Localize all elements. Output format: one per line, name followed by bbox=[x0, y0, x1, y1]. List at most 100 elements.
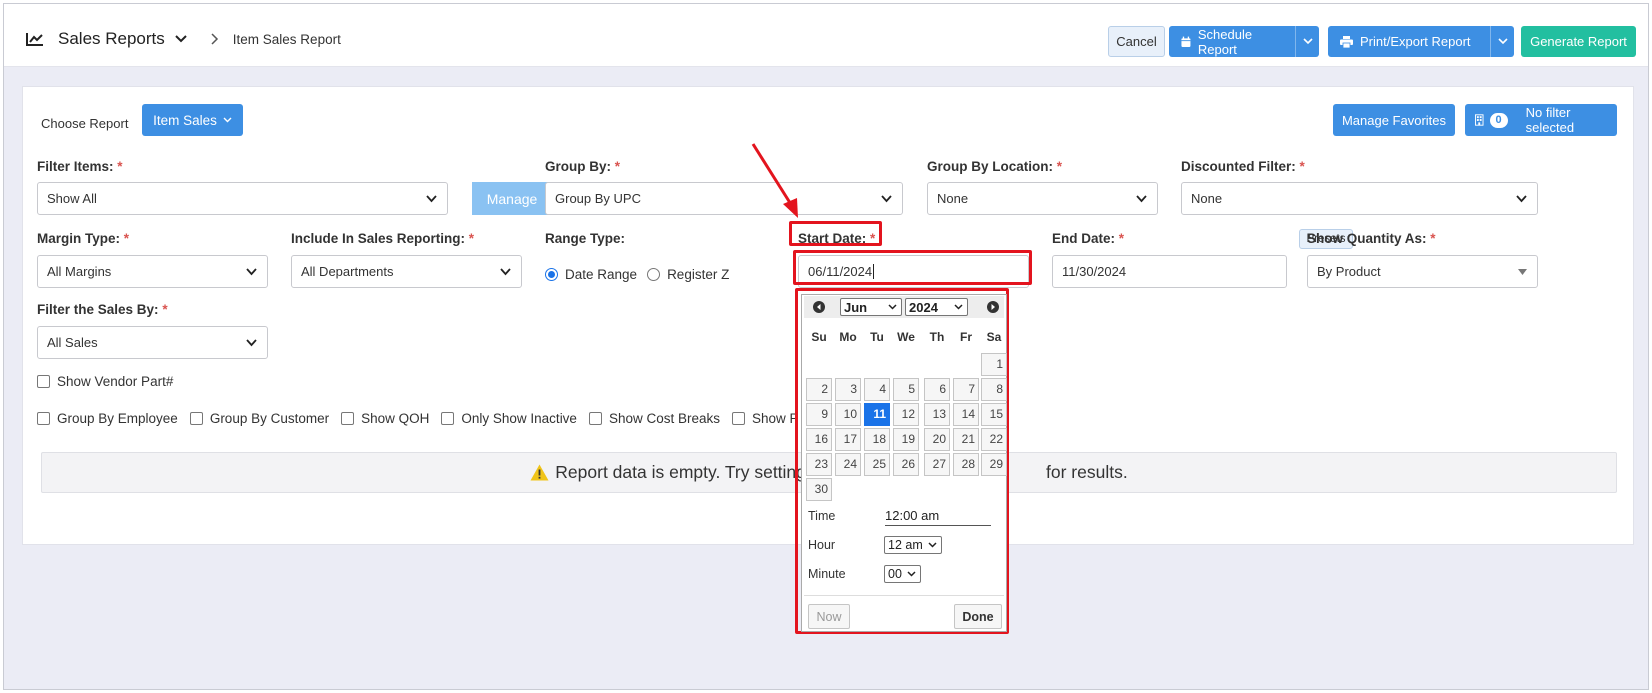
calendar-icon bbox=[1181, 36, 1191, 47]
report-type-button[interactable]: Item Sales bbox=[142, 104, 243, 136]
cost-breaks-checkbox[interactable] bbox=[588, 412, 602, 425]
time-label: Time bbox=[808, 509, 836, 523]
margin-type-select[interactable]: All Margins bbox=[37, 255, 268, 288]
price-breaks-option[interactable]: Show Price Br bbox=[732, 411, 797, 426]
now-button[interactable]: Now bbox=[808, 604, 850, 629]
calendar-day[interactable]: 24 bbox=[835, 453, 861, 476]
calendar-day[interactable]: 15 bbox=[981, 403, 1007, 426]
schedule-report-label: Schedule Report bbox=[1197, 26, 1253, 57]
next-month-icon[interactable] bbox=[987, 301, 999, 313]
calendar-day[interactable]: 28 bbox=[953, 453, 979, 476]
filter-status-button[interactable]: 0 No filter selected bbox=[1465, 104, 1617, 136]
include-sales-select[interactable]: All Departments bbox=[291, 255, 522, 288]
group-by-label: Group By: * bbox=[545, 159, 621, 174]
group-customer-checkbox[interactable] bbox=[189, 412, 203, 425]
calendar-day[interactable]: 17 bbox=[835, 428, 861, 451]
calendar-day[interactable]: 14 bbox=[953, 403, 979, 426]
calendar-day[interactable]: 20 bbox=[924, 428, 950, 451]
calendar-day[interactable]: 6 bbox=[924, 378, 950, 401]
chevron-down-icon bbox=[907, 571, 916, 577]
calendar-day[interactable]: 2 bbox=[806, 378, 832, 401]
date-range-label[interactable]: Date Range bbox=[565, 267, 637, 282]
top-bar: Sales Reports Item Sales Report Cancel S… bbox=[4, 4, 1648, 67]
calendar-day[interactable]: 18 bbox=[864, 428, 890, 451]
printer-icon bbox=[1340, 35, 1353, 48]
calendar-day[interactable]: 16 bbox=[806, 428, 832, 451]
generate-report-button[interactable]: Generate Report bbox=[1521, 26, 1636, 57]
cancel-button[interactable]: Cancel bbox=[1108, 26, 1165, 57]
calendar-day[interactable]: 7 bbox=[953, 378, 979, 401]
chevron-down-icon bbox=[954, 304, 963, 310]
calendar-day[interactable]: 22 bbox=[981, 428, 1007, 451]
warning-icon bbox=[530, 464, 549, 481]
chevron-right-icon bbox=[211, 33, 218, 45]
vendor-part-option[interactable]: Show Vendor Part# bbox=[37, 374, 173, 389]
start-date-input-highlight bbox=[793, 250, 1032, 285]
show-quantity-select[interactable]: By Product bbox=[1307, 255, 1538, 288]
group-by-select[interactable]: Group By UPC bbox=[545, 182, 903, 215]
calendar-day[interactable]: 23 bbox=[806, 453, 832, 476]
calendar-day[interactable]: 10 bbox=[835, 403, 861, 426]
calendar-day[interactable]: 21 bbox=[953, 428, 979, 451]
minute-select[interactable]: 00 bbox=[884, 565, 921, 583]
calendar-day[interactable]: 13 bbox=[924, 403, 950, 426]
prev-month-icon[interactable] bbox=[813, 301, 825, 313]
discounted-filter-label: Discounted Filter: * bbox=[1181, 159, 1305, 174]
print-export-label: Print/Export Report bbox=[1360, 34, 1471, 49]
price-breaks-checkbox[interactable] bbox=[732, 412, 745, 425]
calendar-day[interactable]: 5 bbox=[893, 378, 919, 401]
chevron-down-icon[interactable] bbox=[175, 35, 187, 43]
calendar-day[interactable]: 9 bbox=[806, 403, 832, 426]
group-employee-checkbox[interactable] bbox=[37, 412, 50, 425]
weekday-header: Tu bbox=[870, 330, 884, 344]
chevron-down-icon bbox=[888, 304, 897, 310]
calendar-day[interactable]: 1 bbox=[981, 353, 1007, 376]
only-inactive-checkbox[interactable] bbox=[441, 412, 455, 425]
line-chart-icon bbox=[26, 33, 43, 46]
only-inactive-option[interactable]: Only Show Inactive bbox=[441, 411, 577, 426]
month-select[interactable]: Jun bbox=[840, 298, 902, 316]
hour-select[interactable]: 12 am bbox=[884, 536, 942, 554]
chevron-down-icon bbox=[426, 195, 437, 203]
hour-label: Hour bbox=[808, 538, 836, 552]
manage-favorites-button[interactable]: Manage Favorites bbox=[1333, 104, 1455, 136]
time-value: 12:00 am bbox=[885, 508, 991, 526]
calendar-day[interactable]: 30 bbox=[806, 478, 832, 501]
filter-sales-by-select[interactable]: All Sales bbox=[37, 326, 268, 359]
group-employee-option[interactable]: Group By Employee bbox=[37, 411, 178, 426]
calendar-day[interactable]: 3 bbox=[835, 378, 861, 401]
print-export-dropdown[interactable] bbox=[1490, 26, 1514, 57]
caret-down-icon bbox=[1518, 269, 1527, 275]
schedule-report-button[interactable]: Schedule Report bbox=[1169, 26, 1319, 57]
schedule-report-dropdown[interactable] bbox=[1295, 26, 1319, 57]
end-date-label: End Date: * bbox=[1052, 231, 1125, 246]
end-date-input[interactable]: 11/30/2024 bbox=[1052, 255, 1287, 288]
calendar-day[interactable]: 12 bbox=[893, 403, 919, 426]
calendar-day[interactable]: 25 bbox=[864, 453, 890, 476]
show-qoh-checkbox[interactable] bbox=[341, 412, 355, 425]
filter-count-badge: 0 bbox=[1489, 112, 1508, 128]
calendar-day[interactable]: 27 bbox=[924, 453, 950, 476]
vendor-part-checkbox[interactable] bbox=[37, 375, 50, 388]
calendar-day[interactable]: 11 bbox=[864, 403, 890, 426]
group-by-location-select[interactable]: None bbox=[927, 182, 1158, 215]
print-export-button[interactable]: Print/Export Report bbox=[1328, 26, 1514, 57]
calendar-day[interactable]: 4 bbox=[864, 378, 890, 401]
done-button[interactable]: Done bbox=[954, 604, 1002, 629]
group-customer-option[interactable]: Group By Customer bbox=[189, 411, 329, 426]
register-z-radio[interactable] bbox=[647, 268, 661, 281]
calendar-day[interactable]: 8 bbox=[981, 378, 1007, 401]
page-title[interactable]: Sales Reports bbox=[58, 29, 165, 49]
filter-items-select[interactable]: Show All bbox=[37, 182, 448, 215]
show-qoh-option[interactable]: Show QOH bbox=[341, 411, 429, 426]
cost-breaks-option[interactable]: Show Cost Breaks bbox=[588, 411, 720, 426]
year-select[interactable]: 2024 bbox=[905, 298, 968, 316]
calendar-day[interactable]: 26 bbox=[893, 453, 919, 476]
date-range-radio[interactable] bbox=[545, 268, 558, 281]
calendar-day[interactable]: 19 bbox=[893, 428, 919, 451]
weekday-header: Sa bbox=[986, 330, 1002, 344]
discounted-filter-select[interactable]: None bbox=[1181, 182, 1538, 215]
calendar-day[interactable]: 29 bbox=[981, 453, 1007, 476]
register-z-label[interactable]: Register Z bbox=[667, 267, 729, 282]
manage-items-button[interactable]: Manage bbox=[472, 182, 552, 215]
